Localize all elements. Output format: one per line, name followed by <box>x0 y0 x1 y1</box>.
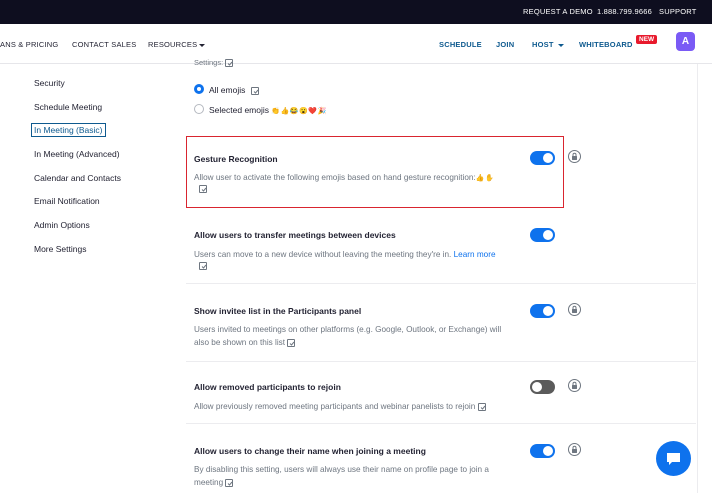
lock-icon[interactable] <box>568 443 581 456</box>
nav-join[interactable]: JOIN <box>496 40 514 49</box>
chevron-down-icon <box>557 43 564 47</box>
nav-contact-sales[interactable]: CONTACT SALES <box>72 40 136 49</box>
info-icon[interactable] <box>199 185 207 193</box>
emoji-settings-label: Settings: <box>194 56 234 69</box>
all-emojis-radio[interactable] <box>194 84 204 94</box>
setting-desc-removed-rejoin: Allow previously removed meeting partici… <box>194 400 486 413</box>
top-bar: REQUEST A DEMO 1.888.799.9666 SUPPORT <box>0 0 712 24</box>
chat-button[interactable] <box>656 441 691 476</box>
setting-desc-invitee-list-line1: Users invited to meetings on other platf… <box>194 325 502 334</box>
section-divider <box>186 361 696 362</box>
selected-emojis-option: Selected emojis 👏👍😂😮❤️🎉 <box>209 105 327 115</box>
setting-desc-change-name-line1: By disabling this setting, users will al… <box>194 465 489 474</box>
gesture-recognition-toggle[interactable] <box>530 151 555 165</box>
sidebar-item-security[interactable]: Security <box>34 78 65 88</box>
sidebar-item-in-meeting-advanced[interactable]: In Meeting (Advanced) <box>34 149 120 159</box>
setting-title-change-name: Allow users to change their name when jo… <box>194 446 426 456</box>
selected-emojis-preview: 👏👍😂😮❤️🎉 <box>271 108 327 115</box>
sidebar-item-more-settings[interactable]: More Settings <box>34 244 86 254</box>
nav-resources-label: RESOURCES <box>148 40 198 49</box>
chat-icon <box>667 453 680 465</box>
setting-desc-invitee-list-line2: also be shown on this list <box>194 336 296 349</box>
sidebar-item-in-meeting-basic[interactable]: In Meeting (Basic) <box>31 123 106 137</box>
nav-host[interactable]: HOST <box>532 40 564 49</box>
setting-title-invitee-list: Show invitee list in the Participants pa… <box>194 306 362 316</box>
change-name-toggle[interactable] <box>530 444 555 458</box>
lock-icon[interactable] <box>568 150 581 163</box>
info-icon[interactable] <box>477 402 486 411</box>
nav-plans-pricing[interactable]: ANS & PRICING <box>0 40 58 49</box>
setting-title-removed-rejoin: Allow removed participants to rejoin <box>194 382 341 392</box>
info-icon[interactable] <box>225 59 234 68</box>
new-badge: NEW <box>636 35 658 44</box>
request-demo-link[interactable]: REQUEST A DEMO <box>523 7 593 16</box>
content-edge-divider <box>697 64 698 493</box>
info-icon[interactable] <box>250 86 259 95</box>
chevron-down-icon <box>199 43 206 47</box>
selected-emojis-radio[interactable] <box>194 104 204 114</box>
main-nav: ANS & PRICING CONTACT SALES RESOURCES SC… <box>0 24 712 64</box>
all-emojis-option: All emojis <box>209 85 259 95</box>
nav-schedule[interactable]: SCHEDULE <box>439 40 482 49</box>
lock-icon[interactable] <box>568 303 581 316</box>
avatar[interactable]: A <box>676 32 695 51</box>
section-divider <box>186 283 696 284</box>
setting-title-transfer-meetings: Allow users to transfer meetings between… <box>194 230 396 240</box>
invitee-list-toggle[interactable] <box>530 304 555 318</box>
setting-desc-change-name-line2: meeting <box>194 476 234 489</box>
setting-desc-transfer-meetings: Users can move to a new device without l… <box>194 250 496 259</box>
info-icon[interactable] <box>225 478 234 487</box>
sidebar-item-admin-options[interactable]: Admin Options <box>34 220 90 230</box>
nav-whiteboard[interactable]: WHITEBOARD <box>579 40 633 49</box>
removed-rejoin-toggle[interactable] <box>530 380 555 394</box>
section-divider <box>186 423 696 424</box>
nav-host-label: HOST <box>532 40 554 49</box>
info-icon[interactable] <box>199 262 207 270</box>
learn-more-link[interactable]: Learn more <box>454 250 496 259</box>
support-link[interactable]: SUPPORT <box>659 7 697 16</box>
sidebar-item-calendar-contacts[interactable]: Calendar and Contacts <box>34 173 121 183</box>
setting-desc-gesture-recognition: Allow user to activate the following emo… <box>194 173 495 182</box>
info-icon[interactable] <box>287 338 296 347</box>
nav-resources[interactable]: RESOURCES <box>148 40 206 49</box>
lock-icon[interactable] <box>568 379 581 392</box>
sidebar-item-email-notification[interactable]: Email Notification <box>34 196 100 206</box>
transfer-meetings-toggle[interactable] <box>530 228 555 242</box>
sidebar-item-schedule-meeting[interactable]: Schedule Meeting <box>34 102 102 112</box>
setting-title-gesture-recognition: Gesture Recognition <box>194 154 278 164</box>
phone-link[interactable]: 1.888.799.9666 <box>597 7 652 16</box>
